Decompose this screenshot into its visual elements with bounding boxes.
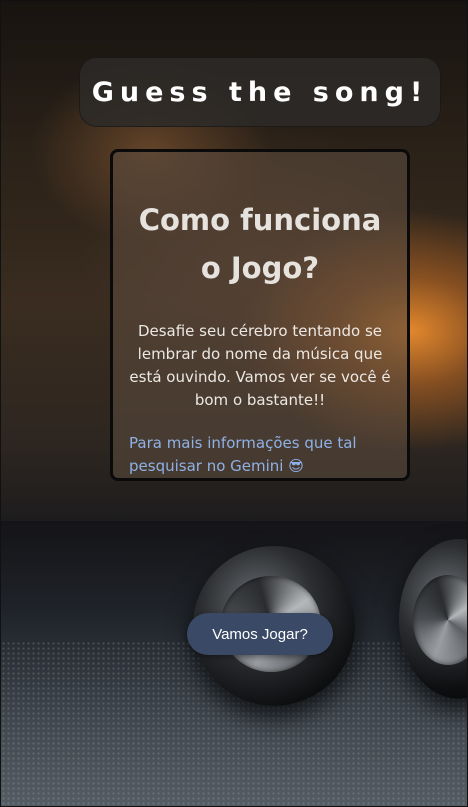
more-info-label: Para mais informações que tal pesquisar … [129, 434, 357, 475]
more-info-text: Para mais informações que tal pesquisar … [129, 432, 391, 478]
play-button[interactable]: Vamos Jogar? [187, 613, 333, 655]
app-screen: Guess the song! Como funciona o Jogo? De… [0, 0, 468, 807]
sunglasses-emoji-icon: 😎 [288, 457, 304, 475]
title-banner: Guess the song! [79, 57, 441, 127]
card-description: Desafie seu cérebro tentando se lembrar … [129, 322, 391, 409]
page-title: Guess the song! [91, 76, 429, 108]
card-heading: Como funciona o Jogo? [138, 203, 382, 285]
how-to-play-card: Como funciona o Jogo? Desafie seu cérebr… [110, 149, 410, 481]
earbud-cap [413, 575, 467, 665]
